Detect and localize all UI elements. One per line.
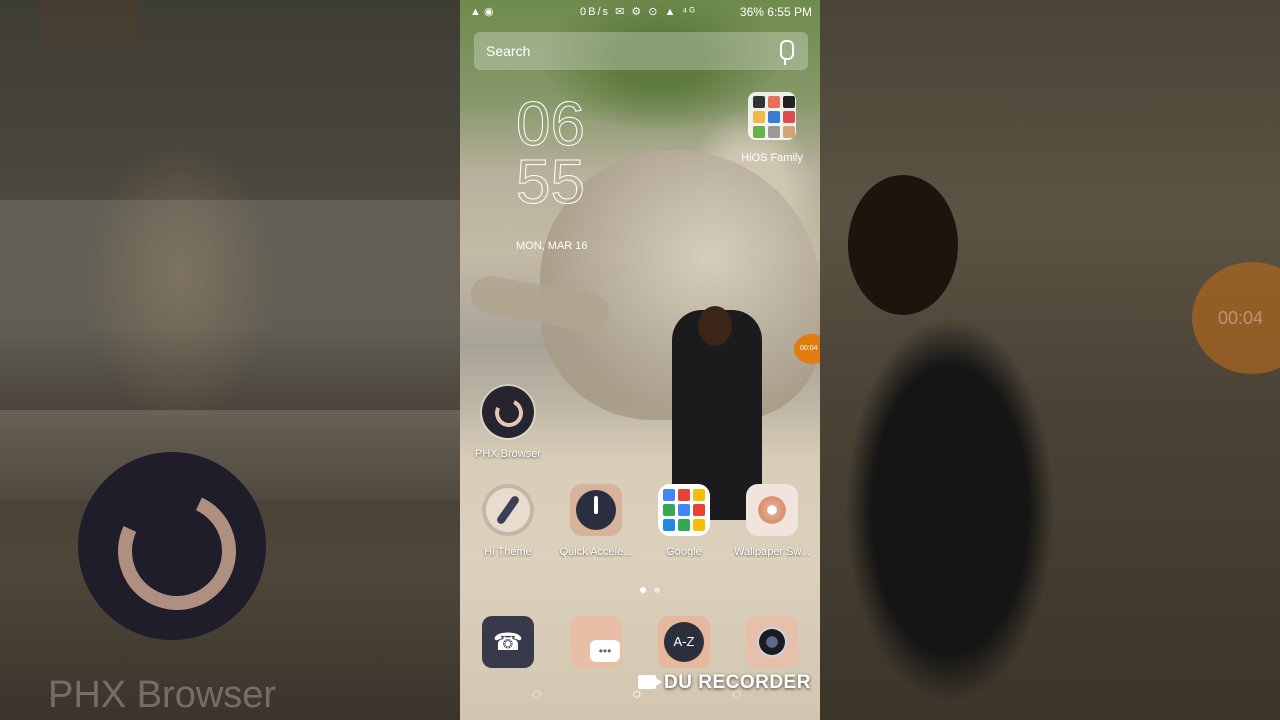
wallpaper-switch-label: Wallpaper Sw...	[733, 546, 810, 558]
messages-app[interactable]	[551, 616, 641, 668]
hi-theme-app[interactable]: Hi Theme	[463, 484, 553, 558]
hi-theme-label: Hi Theme	[484, 546, 532, 558]
folder-app-icon	[753, 126, 765, 138]
google-app-icon	[663, 504, 675, 516]
status-notification-icons: ▲ ◉	[470, 6, 494, 18]
folder-app-icon	[768, 111, 780, 123]
messages-icon	[570, 616, 622, 668]
du-recorder-watermark: DU RECORDER	[638, 672, 811, 694]
phx-browser-app[interactable]: PHX Browser	[463, 386, 553, 460]
camera-app[interactable]	[727, 616, 817, 668]
background-wall	[0, 200, 460, 380]
background-phx-icon	[78, 452, 266, 640]
google-folder-label: Google	[666, 546, 702, 558]
page-dot-active	[640, 587, 646, 593]
clock-hour: 06	[516, 90, 586, 159]
clock-minute: 55	[516, 148, 586, 217]
google-app-icon	[663, 489, 675, 501]
status-bar: ▲ ◉ 0B/s ✉ ⚙ ⊙ ▲ ⁴ᴳ 36% 6:55 PM	[460, 0, 820, 24]
hios-family-label: HiOS Family	[741, 152, 803, 164]
phx-browser-icon	[482, 386, 534, 438]
search-bar[interactable]: Search	[474, 32, 808, 70]
page-dot	[654, 587, 660, 593]
google-app-icon	[678, 519, 690, 531]
microphone-icon[interactable]	[780, 40, 794, 65]
camera-icon	[746, 616, 798, 668]
google-folder[interactable]: Google	[639, 484, 729, 558]
page-indicator	[636, 580, 664, 598]
quick-accelerator-label: Quick Accele...	[559, 546, 633, 558]
google-app-icon	[693, 489, 705, 501]
google-app-icon	[663, 519, 675, 531]
google-app-icon	[678, 489, 690, 501]
background-phx-label: PHX Browser	[48, 674, 277, 716]
battery-percent: 36%	[739, 5, 764, 19]
nav-back-button[interactable]: ◌	[532, 686, 542, 704]
wallpaper-switch-app[interactable]: Wallpaper Sw...	[727, 484, 817, 558]
contacts-app[interactable]	[639, 616, 729, 668]
status-right: 36% 6:55 PM	[740, 5, 812, 19]
background-bubble-time: 00:04	[1218, 308, 1264, 328]
clock-widget[interactable]: 06 55	[516, 90, 586, 217]
quick-accelerator-app[interactable]: Quick Accele...	[551, 484, 641, 558]
phx-browser-label: PHX Browser	[474, 448, 542, 460]
google-folder-icon	[658, 484, 710, 536]
google-app-icon	[693, 519, 705, 531]
background-person-top	[40, 0, 140, 50]
status-time: 6:55 PM	[767, 5, 812, 19]
phone-app[interactable]	[463, 616, 553, 668]
folder-app-icon	[783, 126, 795, 138]
hi-theme-icon	[482, 484, 534, 536]
google-app-icon	[678, 504, 690, 516]
folder-app-icon	[753, 111, 765, 123]
folder-app-icon	[783, 111, 795, 123]
folder-app-icon	[768, 96, 780, 108]
phone-home-screen: ▲ ◉ 0B/s ✉ ⚙ ⊙ ▲ ⁴ᴳ 36% 6:55 PM Search 0…	[460, 0, 820, 720]
clock-date: MON, MAR 16	[516, 240, 588, 252]
hios-family-folder[interactable]	[748, 92, 796, 140]
phone-icon	[482, 616, 534, 668]
folder-app-icon	[768, 126, 780, 138]
background-recorder-bubble: 00:04	[1192, 262, 1280, 374]
video-camera-icon	[638, 675, 662, 689]
background-right-panel: 00:04	[820, 0, 1280, 720]
background-person-head	[848, 175, 958, 315]
search-placeholder: Search	[486, 43, 531, 59]
background-person	[820, 250, 1080, 720]
status-signal-icons: 0B/s ✉ ⚙ ⊙ ▲ ⁴ᴳ	[580, 6, 697, 18]
watermark-text: DU RECORDER	[664, 672, 811, 693]
wallpaper-person-head	[698, 306, 732, 346]
folder-app-icon	[783, 96, 795, 108]
google-app-icon	[693, 504, 705, 516]
wallpaper-switch-icon	[746, 484, 798, 536]
quick-accelerator-icon	[570, 484, 622, 536]
contacts-icon	[658, 616, 710, 668]
background-left-panel: PHX Browser	[0, 0, 460, 720]
folder-app-icon	[753, 96, 765, 108]
